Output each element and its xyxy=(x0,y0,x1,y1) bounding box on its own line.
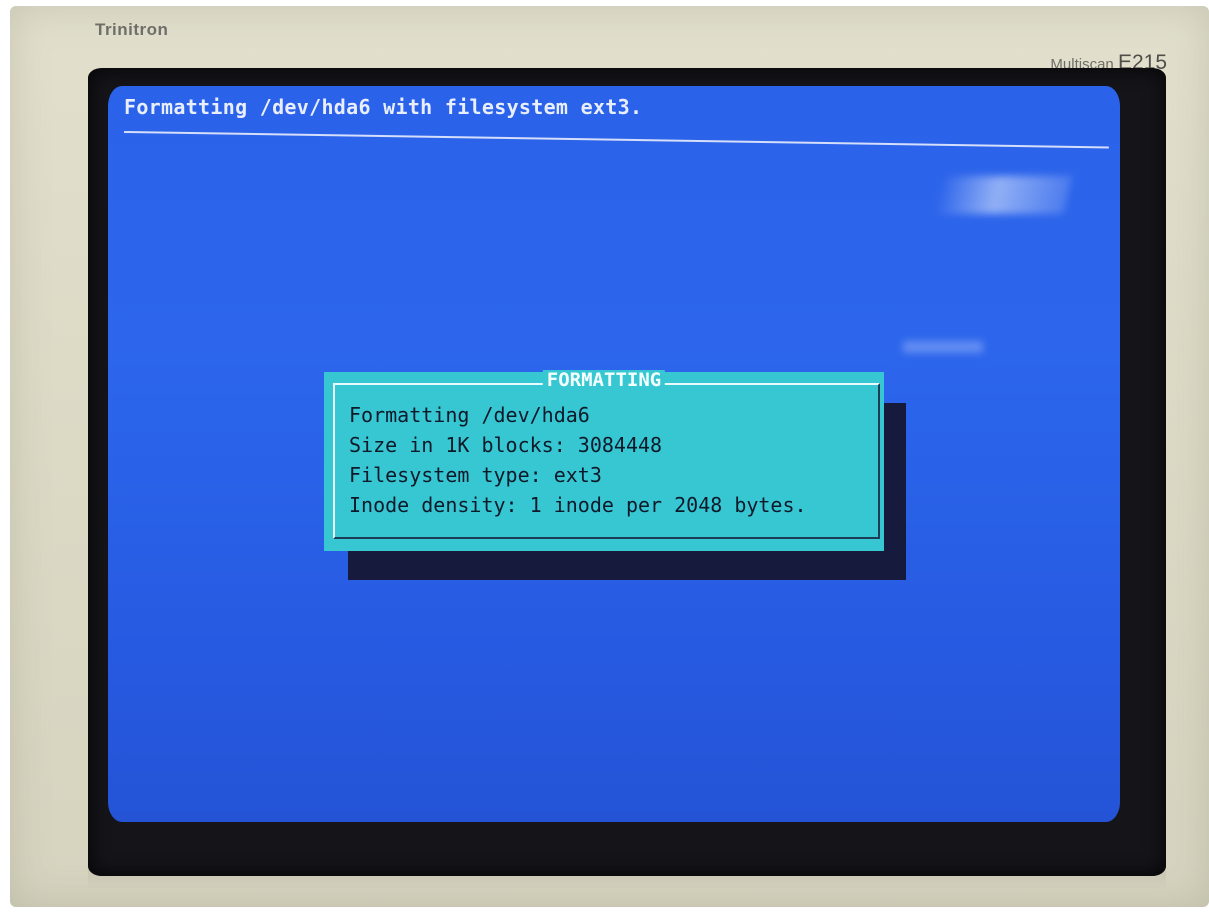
dialog-line-fstype: Filesystem type: ext3 xyxy=(349,463,602,487)
monitor-brand-logo: Trinitron xyxy=(95,20,169,39)
bezel-bottom-shadow xyxy=(88,870,1166,890)
screen-glare-small xyxy=(903,341,983,353)
dialog-line-device: Formatting /dev/hda6 xyxy=(349,403,590,427)
formatting-dialog: FORMATTING Formatting /dev/hda6 Size in … xyxy=(324,370,884,551)
screen-glare xyxy=(933,176,1073,214)
dialog-line-size: Size in 1K blocks: 3084448 xyxy=(349,433,663,457)
dialog-title: FORMATTING xyxy=(542,370,666,390)
installer-screen: Formatting /dev/hda6 with filesystem ext… xyxy=(108,86,1120,822)
installer-header-text: Formatting /dev/hda6 with filesystem ext… xyxy=(124,95,643,119)
dialog-body: Formatting /dev/hda6 Size in 1K blocks: … xyxy=(349,400,807,520)
photo-frame: Trinitron Multiscan E215 Formatting /dev… xyxy=(0,0,1209,912)
header-divider xyxy=(123,131,1109,149)
dialog-line-inode: Inode density: 1 inode per 2048 bytes. xyxy=(349,493,807,517)
